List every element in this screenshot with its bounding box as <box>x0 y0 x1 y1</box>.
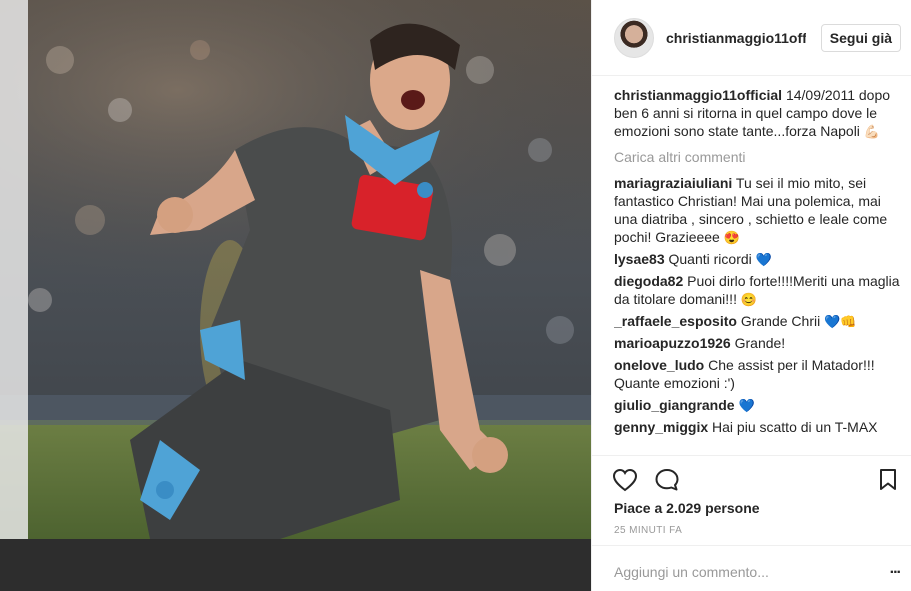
post-header: christianmaggio11offic Segui già <box>592 0 911 76</box>
blue-heart-icon: 💙 <box>738 398 755 413</box>
blue-heart-fist-icon: 💙👊 <box>824 314 857 329</box>
comment-username[interactable]: mariagraziaiuliani <box>614 175 732 191</box>
comment-icon[interactable] <box>654 468 680 497</box>
heart-eyes-emoji-icon: 😍 <box>723 230 740 245</box>
list-item: _raffaele_esposito Grande Chrii 💙👊 <box>614 312 900 330</box>
post-side-panel: christianmaggio11offic Segui già christi… <box>591 0 911 591</box>
post-media[interactable] <box>0 0 591 591</box>
caption: christianmaggio11official 14/09/2011 dop… <box>614 86 900 140</box>
comment-username[interactable]: giulio_giangrande <box>614 397 735 413</box>
player-photo-image <box>0 0 591 539</box>
likes-count[interactable]: Piace a 2.029 persone <box>614 500 760 516</box>
post-actions: Piace a 2.029 persone 25 MINUTI FA <box>592 455 911 546</box>
load-more-comments-button[interactable]: Carica altri commenti <box>614 148 900 166</box>
bookmark-icon[interactable] <box>878 468 898 497</box>
avatar[interactable] <box>614 17 654 58</box>
list-item: genny_miggix Hai piu scatto di un T-MAX <box>614 418 900 436</box>
comment-text: Grande Chrii <box>740 313 821 329</box>
list-item: lysae83 Quanti ricordi 💙 <box>614 250 900 268</box>
media-letterbox <box>0 539 591 591</box>
list-item: mariagraziaiuliani Tu sei il mio mito, s… <box>614 174 900 246</box>
more-options-icon[interactable]: ... <box>890 560 901 578</box>
comment-username[interactable]: diegoda82 <box>614 273 683 289</box>
list-item: onelove_ludo Che assist per il Matador!!… <box>614 356 900 392</box>
flexed-biceps-icon: 💪🏻 <box>863 124 880 139</box>
comment-username[interactable]: genny_miggix <box>614 419 708 435</box>
list-item: marioapuzzo1926 Grande! <box>614 334 900 352</box>
comment-username[interactable]: lysae83 <box>614 251 665 267</box>
list-item: diegoda82 Puoi dirlo forte!!!!Meriti una… <box>614 272 900 308</box>
following-button[interactable]: Segui già <box>820 23 901 52</box>
comment-text: Hai piu scatto di un T-MAX <box>712 419 878 435</box>
caption-username[interactable]: christianmaggio11official <box>614 87 782 103</box>
post-timestamp[interactable]: 25 MINUTI FA <box>614 525 682 536</box>
header-username[interactable]: christianmaggio11offic <box>666 30 806 46</box>
add-comment-input[interactable]: Aggiungi un commento... <box>614 564 769 580</box>
comment-username[interactable]: onelove_ludo <box>614 357 704 373</box>
blue-heart-icon: 💙 <box>755 252 772 267</box>
comments-list[interactable]: christianmaggio11official 14/09/2011 dop… <box>614 86 900 454</box>
add-comment-bar: Aggiungi un commento... ... <box>592 545 911 591</box>
comment-text: Quanti ricordi <box>668 251 752 267</box>
post-photo[interactable] <box>0 0 591 539</box>
comment-text: Grande! <box>734 335 786 351</box>
comment-username[interactable]: marioapuzzo1926 <box>614 335 731 351</box>
comment-username[interactable]: _raffaele_esposito <box>614 313 737 329</box>
smiling-emoji-icon: 😊 <box>740 292 758 307</box>
list-item: giulio_giangrande 💙 <box>614 396 900 414</box>
heart-icon[interactable] <box>612 468 638 497</box>
